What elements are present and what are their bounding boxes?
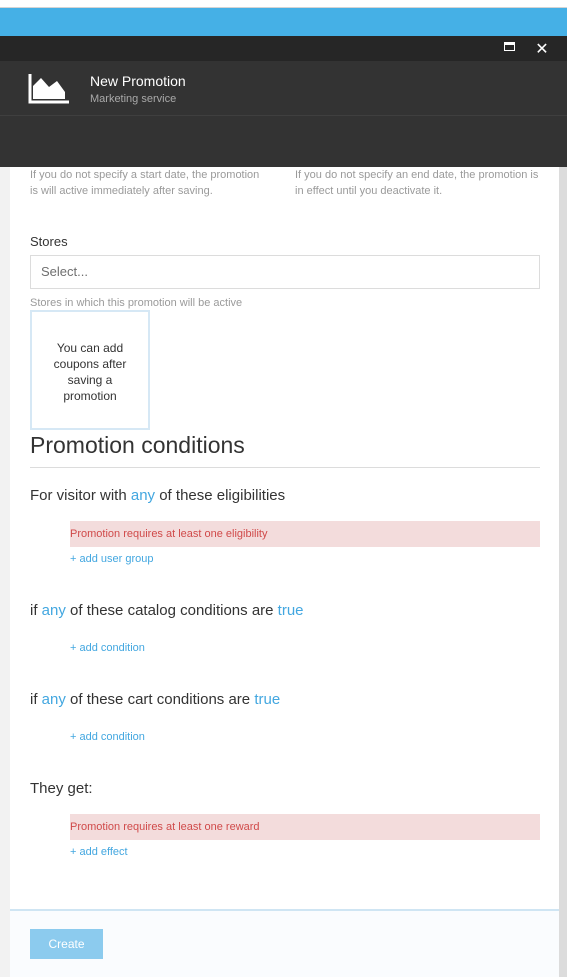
add-effect-link[interactable]: + add effect [70, 846, 128, 858]
catalog-condition: if any of these catalog conditions are t… [30, 602, 304, 619]
left-gutter [0, 36, 10, 977]
section-divider [30, 467, 540, 468]
cart-condition: if any of these cart conditions are true [30, 691, 280, 708]
scrollbar-track[interactable] [559, 36, 567, 977]
visitor-suffix: of these eligibilities [159, 487, 286, 504]
stores-select[interactable]: Select... [30, 255, 540, 289]
rewards-label: They get: [30, 780, 93, 797]
visitor-prefix: For visitor with [30, 487, 127, 504]
catalog-true-toggle[interactable]: true [278, 602, 304, 619]
add-user-group-link[interactable]: + add user group [70, 553, 153, 565]
blade-title: New Promotion [90, 73, 186, 89]
cart-middle: of these cart conditions are [70, 691, 251, 708]
eligibility-error: Promotion requires at least one eligibil… [70, 521, 540, 547]
add-cart-condition-link[interactable]: + add condition [70, 731, 145, 743]
app-top-bar [0, 8, 567, 36]
create-button[interactable]: Create [30, 929, 103, 959]
start-date-hint: If you do not specify a start date, the … [30, 169, 260, 197]
close-button[interactable]: ✕ [527, 36, 557, 61]
maximize-icon [503, 42, 515, 51]
add-catalog-condition-link[interactable]: + add condition [70, 642, 145, 654]
header-divider [0, 115, 567, 116]
visitor-condition: For visitor with any of these eligibilit… [30, 487, 285, 504]
blade-header: ✕ New Promotion Marketing service [0, 36, 567, 167]
window-controls: ✕ [0, 36, 567, 61]
area-chart-icon [28, 74, 69, 104]
stores-hint: Stores in which this promotion will be a… [30, 297, 243, 309]
end-date-hint: If you do not specify an end date, the p… [295, 169, 539, 197]
close-icon: ✕ [535, 39, 549, 58]
cart-true-toggle[interactable]: true [254, 691, 280, 708]
visitor-any-toggle[interactable]: any [131, 487, 155, 504]
catalog-any-toggle[interactable]: any [42, 602, 66, 619]
browser-top-strip [0, 0, 567, 8]
reward-error: Promotion requires at least one reward [70, 814, 540, 840]
coupons-placeholder: You can add coupons after saving a promo… [30, 310, 150, 430]
catalog-middle: of these catalog conditions are [70, 602, 274, 619]
maximize-button[interactable] [494, 36, 524, 61]
section-title: Promotion conditions [30, 432, 245, 458]
cart-prefix: if [30, 691, 38, 708]
cart-any-toggle[interactable]: any [42, 691, 66, 708]
catalog-prefix: if [30, 602, 38, 619]
stores-label: Stores [30, 234, 68, 249]
blade-subtitle: Marketing service [90, 93, 177, 105]
